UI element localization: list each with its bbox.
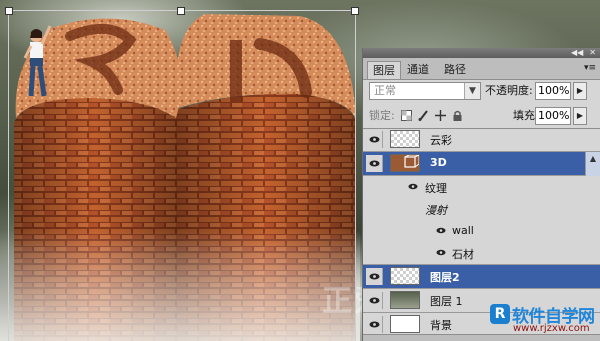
chevron-down-icon[interactable]: ▼ [464, 83, 480, 99]
lock-row: 锁定: 填充: 100% ▶ [363, 104, 600, 129]
3d-layer-thumbnail [390, 154, 420, 172]
visibility-eye-icon[interactable] [366, 292, 383, 309]
lock-position-icon[interactable] [435, 110, 446, 121]
visibility-eye-icon[interactable] [366, 155, 383, 172]
transform-handle[interactable] [177, 7, 185, 15]
opacity-slider-button[interactable]: ▶ [573, 82, 587, 100]
panel-footer [363, 334, 600, 341]
tab-channels[interactable]: 通道 [402, 61, 434, 79]
layer-name: 3D [430, 156, 447, 169]
sub-item-wall[interactable]: wall [363, 220, 600, 242]
layer-row-clouds[interactable]: 云彩 [363, 128, 600, 152]
close-icon[interactable]: ✕ [589, 48, 596, 58]
lock-image-icon[interactable] [418, 110, 429, 121]
transform-bounding-box[interactable] [5, 7, 359, 341]
tab-paths[interactable]: 路径 [439, 61, 471, 79]
visibility-eye-icon[interactable] [366, 316, 383, 333]
lock-label: 锁定: [369, 109, 395, 122]
visibility-eye-icon[interactable] [408, 183, 418, 190]
layer-thumbnail [390, 291, 420, 309]
layer-thumbnail [390, 315, 420, 333]
visibility-eye-icon[interactable] [366, 268, 383, 285]
panel-tabbar: 图层 通道 路径 ▾≡ [363, 58, 600, 80]
opacity-field[interactable]: 100% [535, 82, 571, 100]
blend-mode-select[interactable]: 正常 ▼ [369, 82, 481, 100]
visibility-eye-icon[interactable] [436, 249, 446, 256]
layers-panel: ◀◀ ✕ 图层 通道 路径 ▾≡ 正常 ▼ 不透明度: 100% ▶ 锁定: 填… [362, 48, 600, 341]
sub-item-label: 石材 [452, 248, 474, 261]
layer-name: 图层 1 [430, 295, 463, 308]
layer-thumbnail [390, 130, 420, 148]
sub-item-label: 漫射 [425, 204, 447, 217]
blend-mode-value: 正常 [374, 84, 396, 97]
visibility-eye-icon[interactable] [366, 131, 383, 148]
scrollbar[interactable]: ▲ [585, 152, 600, 176]
layer-row-layer2[interactable]: 图层2 [363, 265, 600, 289]
sub-item-textures[interactable]: 纹理 [363, 176, 600, 198]
tab-layers[interactable]: 图层 [367, 61, 401, 79]
sub-item-label: wall [452, 224, 474, 237]
sub-item-stone[interactable]: 石材 [363, 242, 600, 265]
layer-name: 图层2 [430, 271, 460, 284]
site-url: www.rjzxw.com [513, 323, 590, 334]
layer-name: 背景 [430, 319, 452, 332]
lock-all-icon[interactable] [452, 110, 463, 121]
sub-item-label: 纹理 [425, 182, 447, 195]
transform-handle[interactable] [351, 7, 359, 15]
fill-field[interactable]: 100% [535, 107, 571, 125]
sub-item-diffuse[interactable]: 漫射 [363, 198, 600, 220]
layer-name: 云彩 [430, 134, 452, 147]
fill-slider-button[interactable]: ▶ [573, 107, 587, 125]
opacity-label: 不透明度: [485, 84, 533, 97]
collapse-icon[interactable]: ◀◀ [571, 48, 583, 58]
3d-cube-icon [404, 154, 420, 168]
visibility-eye-icon[interactable] [436, 227, 446, 234]
lock-transparent-icon[interactable] [401, 110, 412, 121]
layer-row-3d[interactable]: 3D ▲ [363, 152, 600, 176]
transform-handle[interactable] [5, 7, 13, 15]
site-logo-icon: R [490, 304, 510, 324]
blend-row: 正常 ▼ 不透明度: 100% ▶ [363, 79, 600, 103]
scroll-up-icon[interactable]: ▲ [586, 152, 600, 166]
layer-thumbnail [390, 267, 420, 285]
panel-menu-icon[interactable]: ▾≡ [584, 63, 596, 73]
panel-title-bar: ◀◀ ✕ [363, 48, 600, 58]
